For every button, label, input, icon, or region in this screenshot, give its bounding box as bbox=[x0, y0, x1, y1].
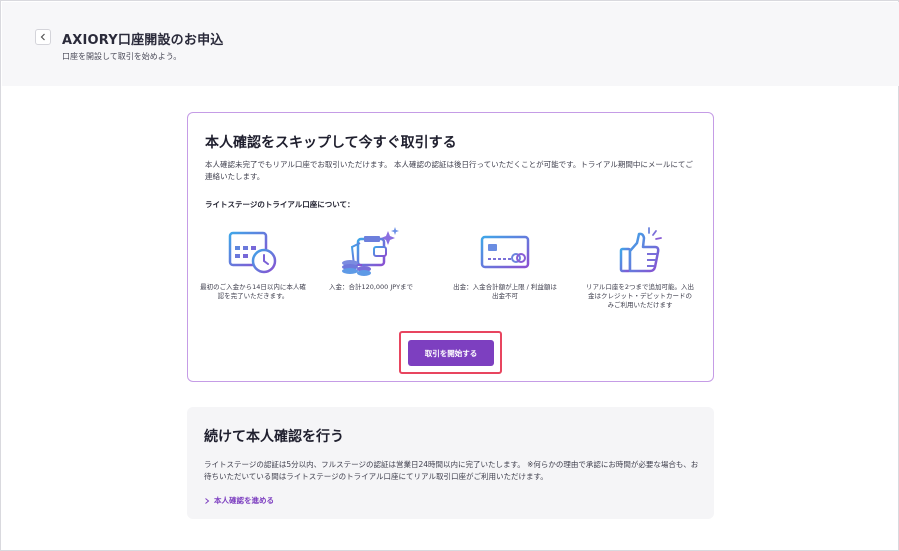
feature-item-verification-period: 最初のご入金から14日以内に本人確認を完了いただきます。 bbox=[198, 225, 308, 301]
start-trading-button[interactable]: 取引を開始する bbox=[408, 340, 494, 366]
wallet-coins-icon bbox=[342, 227, 399, 276]
back-button[interactable] bbox=[35, 29, 51, 45]
skip-card-title: 本人確認をスキップして今すぐ取引する bbox=[205, 135, 457, 151]
feature-caption: 入金：合計120,000 JPYまで bbox=[328, 283, 414, 291]
feature-item-withdrawal-limit: 出金：入金合計額が上限 / 利益額は出金不可 bbox=[450, 225, 560, 301]
feature-caption: リアル口座を2つまで追加可能。入出金はクレジット・デビットカードのみご利用いただ… bbox=[585, 283, 695, 309]
page-header: AXIORY口座開設のお申込 口座を開設して取引を始めよう。 bbox=[2, 2, 899, 86]
proceed-link-label: 本人確認を進める bbox=[214, 496, 274, 505]
calendar-clock-icon bbox=[228, 227, 277, 274]
feature-item-deposit-limit: 入金：合計120,000 JPYまで bbox=[316, 225, 426, 292]
continue-verification-card: 続けて本人確認を行う ライトステージの認証は5分以内、フルステージの認証は営業日… bbox=[187, 407, 714, 519]
page-title: AXIORY口座開設のお申込 bbox=[62, 33, 224, 48]
verify-card-description: ライトステージの認証は5分以内、フルステージの認証は営業日24時間以内に完了いた… bbox=[204, 460, 699, 481]
trial-section-label: ライトステージのトライアル口座について： bbox=[205, 200, 355, 209]
feature-caption: 最初のご入金から14日以内に本人確認を完了いただきます。 bbox=[200, 283, 306, 300]
thumbs-up-icon bbox=[619, 227, 662, 273]
page-subtitle: 口座を開設して取引を始めよう。 bbox=[62, 52, 182, 61]
feature-item-additional-accounts: リアル口座を2つまで追加可能。入出金はクレジット・デビットカードのみご利用いただ… bbox=[585, 225, 695, 310]
skip-verification-card: 本人確認をスキップして今すぐ取引する 本人確認未完了でもリアル口座でお取引いただ… bbox=[187, 112, 714, 382]
proceed-verification-link[interactable]: 本人確認を進める bbox=[204, 495, 274, 506]
credit-card-icon bbox=[480, 235, 530, 269]
chevron-left-icon bbox=[40, 33, 45, 41]
verify-card-title: 続けて本人確認を行う bbox=[204, 429, 344, 445]
feature-caption: 出金：入金合計額が上限 / 利益額は出金不可 bbox=[453, 283, 557, 300]
skip-card-description: 本人確認未完了でもリアル口座でお取引いただけます。 本人確認の認証は後日行ってい… bbox=[205, 160, 693, 181]
app-frame: AXIORY口座開設のお申込 口座を開設して取引を始めよう。 本人確認をスキップ… bbox=[0, 0, 899, 551]
chevron-right-icon bbox=[205, 497, 210, 504]
